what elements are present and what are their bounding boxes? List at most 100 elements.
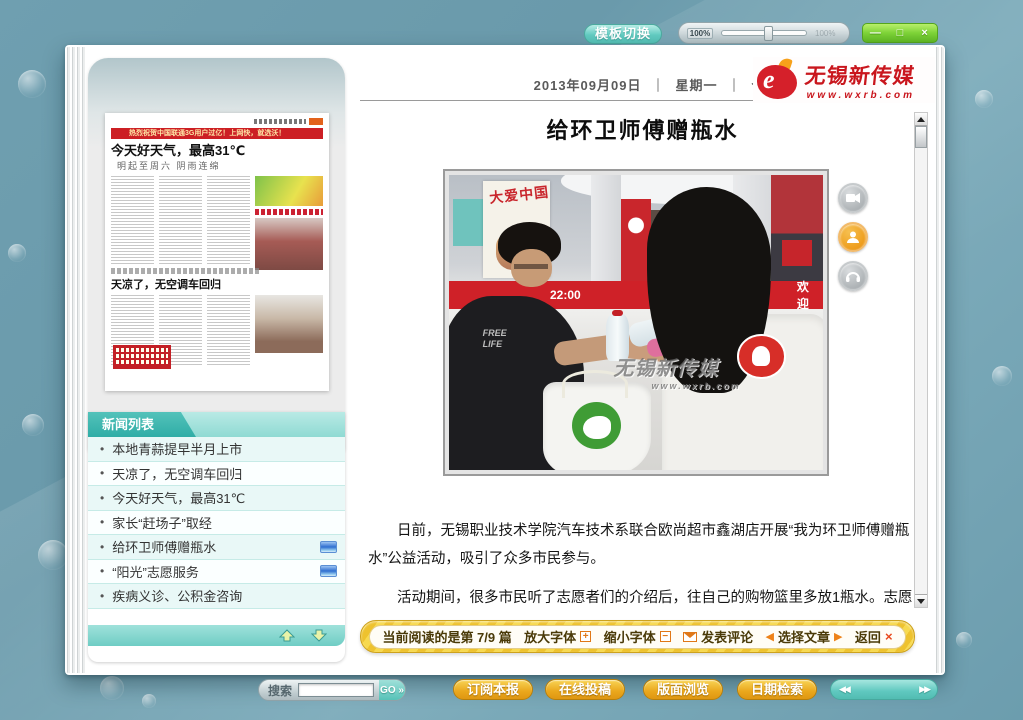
video-button[interactable] [838, 183, 868, 213]
font-enlarge-button[interactable]: 放大字体+ [524, 627, 591, 646]
bullet-icon: • [100, 491, 104, 505]
last-page-icon[interactable]: ▶▶ [919, 684, 929, 695]
thumbnail-red-caption [255, 209, 323, 215]
zoom-max-label: 100% [815, 29, 835, 38]
article-title: 给环卫师傅赠瓶水 [360, 113, 925, 145]
envelope-icon [683, 632, 697, 642]
plus-box-icon: + [580, 631, 591, 642]
reader-window: 热烈祝贺中国联通3G用户过亿！上网快，就选沃！ 今天好天气，最高31℃ 明起至周… [65, 45, 945, 675]
bullet-icon: • [100, 466, 104, 480]
audio-reader-button[interactable] [838, 222, 868, 252]
news-list-item[interactable]: • 疾病义诊、公积金咨询 [88, 584, 345, 609]
edition-date-line: 2013年09月09日｜星期一｜今日16版 [360, 75, 810, 94]
scroll-up-icon[interactable] [279, 629, 295, 642]
bullet-icon: • [100, 442, 104, 456]
news-list-item[interactable]: • 天凉了，无空调车回归 [88, 462, 345, 487]
news-list-footer [88, 625, 345, 646]
bubble-decoration [992, 366, 1012, 386]
newspaper-thumbnail[interactable]: 热烈祝贺中国联通3G用户过亿！上网快，就选沃！ 今天好天气，最高31℃ 明起至周… [105, 113, 329, 391]
select-article-control[interactable]: ◀ 选择文章 ▶ [766, 627, 843, 646]
search-go-button[interactable]: GO » [379, 680, 405, 700]
poster-text: 大爱中国 [482, 177, 551, 208]
tshirt-print: FREE LIFE [483, 328, 547, 399]
scrollbar-up-button[interactable] [915, 113, 927, 126]
first-page-icon[interactable]: ◀◀ [839, 684, 849, 695]
bullet-icon: • [100, 564, 104, 578]
news-list-item[interactable]: • “阳光”志愿服务 [88, 560, 345, 585]
search-input[interactable] [298, 683, 374, 697]
zoom-slider[interactable]: 100% 100% [678, 22, 850, 44]
search-box: 搜索 GO » [258, 679, 406, 701]
news-item-label: 本地青蒜提早半月上市 [112, 439, 337, 458]
article-body: 日前，无锡职业技术学院汽车技术系联合欧尚超市鑫湖店开展“我为环卫师傅赠瓶水”公益… [368, 518, 914, 606]
thumbnail-ad-image [255, 176, 323, 206]
close-x-icon: × [885, 629, 893, 644]
page-stack-edge [65, 47, 87, 673]
photo-watermark: 无锡新传媒 www.wxrb.com [614, 352, 820, 391]
thumbnail-photo [255, 295, 323, 353]
photo-attachment-icon [320, 541, 337, 553]
online-submit-button[interactable]: 在线投稿 [545, 679, 625, 700]
date-search-button[interactable]: 日期检索 [737, 679, 817, 700]
person-icon [846, 230, 860, 244]
bubble-decoration [142, 694, 156, 708]
thumbnail-masthead [111, 117, 323, 126]
article-paragraph: 活动期间，很多市民听了志愿者们的介绍后，往自己的购物篮里多放1瓶水。志愿者 [368, 585, 914, 606]
post-comment-button[interactable]: 发表评论 [683, 627, 753, 646]
back-button[interactable]: 返回× [855, 627, 893, 646]
bullet-icon: • [100, 515, 104, 529]
maximize-button[interactable]: □ [888, 24, 912, 42]
site-logo[interactable]: e 无锡新传媒 www.wxrb.com [753, 57, 935, 103]
page-pager: ◀◀ ▶▶ [830, 679, 938, 700]
zoom-slider-track[interactable] [721, 30, 807, 36]
window-controls: — □ × [862, 23, 938, 43]
pillar [591, 175, 621, 281]
thumbnail-red-box [113, 345, 171, 369]
scroll-down-icon[interactable] [311, 629, 327, 642]
news-list-header: 新闻列表 [88, 412, 345, 437]
page-browse-button[interactable]: 版面浏览 [643, 679, 723, 700]
banner-welcome-2: 欢 迎 [797, 278, 823, 312]
scrollbar-thumb[interactable] [915, 126, 927, 148]
minus-box-icon: − [660, 631, 671, 642]
news-item-label: 给环卫师傅赠瓶水 [112, 537, 320, 556]
reading-position-label: 当前阅读的是第 7/9 篇 [382, 627, 511, 646]
prev-article-icon[interactable]: ◀ [766, 630, 774, 643]
next-article-icon[interactable]: ▶ [834, 630, 842, 643]
photo-attachment-icon [320, 565, 337, 577]
news-list-item-current[interactable]: • 给环卫师傅赠瓶水 [88, 535, 345, 560]
bag-logo [572, 402, 621, 449]
video-camera-icon [845, 192, 861, 204]
thumbnail-subhead-1: 明起至周六 阴雨连绵 [117, 159, 323, 172]
close-button[interactable]: × [913, 24, 937, 42]
news-list-item[interactable]: • 家长“赶场子”取经 [88, 511, 345, 536]
minimize-button[interactable]: — [863, 24, 887, 42]
page-preview-panel: 热烈祝贺中国联通3G用户过亿！上网快，就选沃！ 今天好天气，最高31℃ 明起至周… [88, 58, 345, 453]
store-sign [782, 240, 812, 267]
storefront [453, 199, 487, 246]
zoom-slider-thumb[interactable] [764, 26, 773, 41]
subscribe-button[interactable]: 订阅本报 [453, 679, 533, 700]
weekday-label: 星期一 [676, 78, 718, 93]
listen-button[interactable] [838, 261, 868, 291]
bubble-decoration [975, 90, 993, 108]
scrollbar-down-button[interactable] [915, 594, 927, 607]
logo-title: 无锡新传媒 [803, 60, 916, 90]
text-column [207, 295, 250, 365]
page-number-chip [309, 118, 323, 125]
separator: ｜ [651, 78, 665, 93]
article-photo: 大爱中国 22:00 欢 迎 欢 迎 FREE LIFE [449, 175, 823, 470]
bullet-icon: • [100, 589, 104, 603]
bubble-decoration [38, 540, 68, 570]
news-list-item[interactable]: • 今天好天气，最高31℃ [88, 486, 345, 511]
thumbnail-photo [255, 218, 323, 270]
date-label: 2013年09月09日 [534, 78, 642, 93]
news-item-label: 家长“赶场子”取经 [112, 513, 337, 532]
news-item-label: 疾病义诊、公积金咨询 [112, 586, 337, 605]
bubble-decoration [22, 414, 44, 436]
media-buttons [838, 183, 870, 300]
news-list-item[interactable]: • 本地青蒜提早半月上市 [88, 437, 345, 462]
template-switch-button[interactable]: 模板切换 [584, 24, 662, 44]
font-shrink-button[interactable]: 缩小字体− [604, 627, 671, 646]
article-scrollbar[interactable] [914, 112, 928, 608]
